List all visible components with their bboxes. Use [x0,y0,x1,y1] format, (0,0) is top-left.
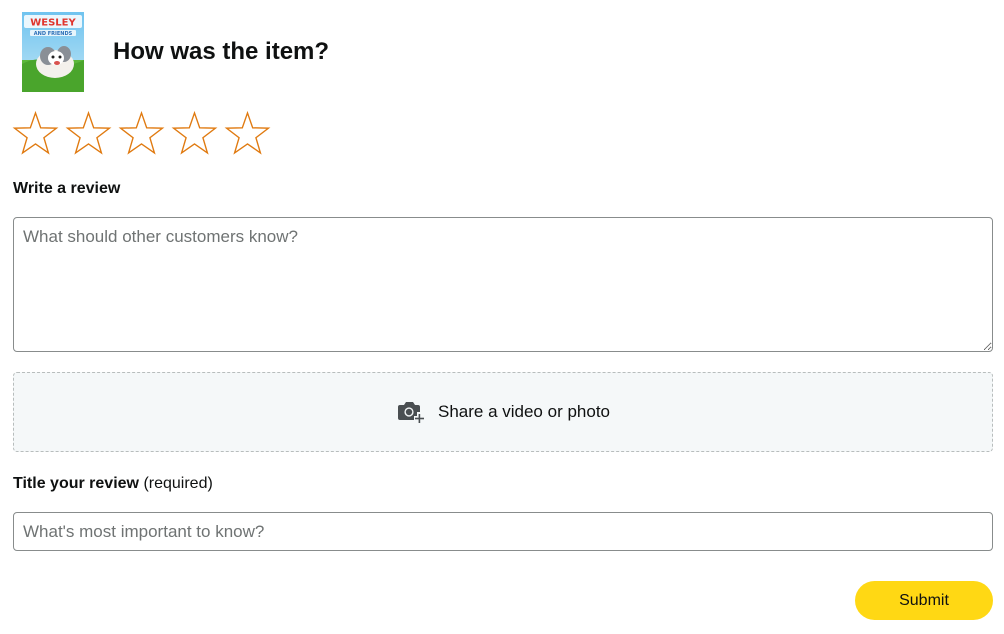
media-upload-button[interactable]: Share a video or photo [13,372,993,452]
media-upload-content: Share a video or photo [396,399,610,425]
title-label: Title your review (required) [13,474,213,494]
star-rating [12,111,271,158]
star-4-icon[interactable] [171,111,218,158]
cover-subtitle: AND FRIENDS [34,31,73,37]
star-3-icon[interactable] [118,111,165,158]
product-thumbnail: WESLEY AND FRIENDS [22,12,84,92]
title-required-text: (required) [143,475,213,492]
cover-title: WESLEY [30,18,76,29]
review-label-text: Write a review [13,180,121,197]
star-2-icon[interactable] [65,111,112,158]
page-title: How was the item? [113,38,330,65]
star-1-icon[interactable] [12,111,59,158]
title-label-text: Title your review [13,475,139,492]
star-5-icon[interactable] [224,111,271,158]
submit-button[interactable]: Submit [855,581,993,620]
review-page: WESLEY AND FRIENDS How was the item? Wri… [0,0,1004,634]
camera-plus-icon [396,399,426,425]
review-label: Write a review [13,179,120,199]
media-upload-label: Share a video or photo [437,402,610,421]
review-title-input[interactable] [13,512,993,551]
review-textarea[interactable] [13,217,993,352]
